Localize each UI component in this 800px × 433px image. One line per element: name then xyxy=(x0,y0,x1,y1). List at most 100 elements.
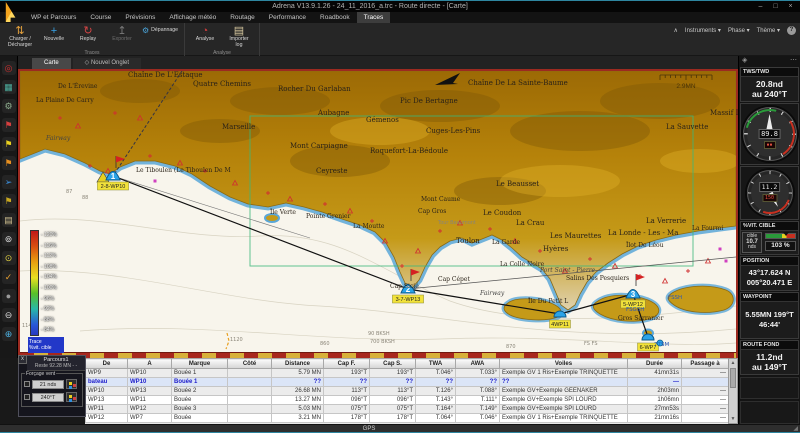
tab-new-onglet[interactable]: ◇ Nouvel Onglet xyxy=(73,58,141,69)
menu-tab-pr-visions[interactable]: Prévisions xyxy=(118,12,162,23)
vit-cible-bar xyxy=(765,233,796,239)
lifebuoy-icon[interactable]: ◎ xyxy=(2,61,16,75)
table-row[interactable]: WP11WP12Bouée 35.03 MN075°T075°TT.164°T.… xyxy=(86,405,729,414)
collapse-ribbon-icon[interactable]: ∧ xyxy=(674,27,678,34)
depannage-button[interactable]: ⚙Dépannage xyxy=(139,24,181,37)
menu-tab-affichage-m-t-o[interactable]: Affichage météo xyxy=(162,12,223,23)
table-scrollbar[interactable]: ▲▼ xyxy=(728,358,738,424)
ribbon-menu-instruments[interactable]: Instruments ▾ xyxy=(685,27,721,34)
table-row[interactable]: bateauWP10Bouée 1????????????— xyxy=(86,378,729,387)
zoom-out-icon[interactable]: ⊖ xyxy=(2,308,16,322)
legs-table: DeAMarqueCôtéDistanceCap F.Cap S.TWAAWAV… xyxy=(85,358,738,424)
waypoint-distance-bearing: 5.55MN 199°T xyxy=(741,310,798,320)
cell: Bouée 3 xyxy=(172,405,228,414)
help-button[interactable]: ? xyxy=(787,26,796,35)
charger-decharger-button[interactable]: ⇅Charger /Décharger xyxy=(3,24,37,49)
table-row[interactable]: WP9WP10Bouée 15.79 MN193°T193°TT.046°T.0… xyxy=(86,369,729,378)
column-header-marque[interactable]: Marque xyxy=(172,359,228,369)
route-flags-icon[interactable]: ⚑ xyxy=(2,118,16,132)
menu-tabs: WP et ParcoursCoursePrévisionsAffichage … xyxy=(0,12,800,23)
wind-dir-field[interactable]: 240°T xyxy=(32,393,64,402)
vit-cible-title: %VIT. CIBLE xyxy=(741,222,798,231)
cell: T.149° xyxy=(456,405,500,414)
cell: ?? xyxy=(370,378,416,387)
wind-dir-button[interactable] xyxy=(66,392,77,402)
menu-tab-performance[interactable]: Performance xyxy=(262,12,313,23)
column-header-cap-s-[interactable]: Cap S. xyxy=(370,359,416,369)
route-fond-speed: 11.2nd xyxy=(741,352,798,362)
table-row[interactable]: WP13WP11Bouée13.27 MN096°T096°TT.143°T.1… xyxy=(86,396,729,405)
route-edit-icon[interactable]: ⚑ xyxy=(2,156,16,170)
table-row[interactable]: WP10WP13Bouée 226.68 MN113°T113°TT.126°T… xyxy=(86,387,729,396)
column-header-passage-[interactable]: Passage à xyxy=(682,359,729,369)
column-header-distance[interactable]: Distance xyxy=(272,359,324,369)
vit-cible-percent: 103 % xyxy=(765,241,796,251)
chart-icon[interactable]: ▦ xyxy=(2,80,16,94)
more-icon[interactable]: ⋯ xyxy=(790,56,797,66)
column-header-voiles[interactable]: Voiles xyxy=(500,359,628,369)
cell: Bouée xyxy=(172,414,228,423)
replay-button[interactable]: ↻Replay xyxy=(71,24,105,43)
ribbon-menu-phase[interactable]: Phase ▾ xyxy=(728,27,750,34)
zoom-waypoint-icon[interactable]: ⊚ xyxy=(2,232,16,246)
column-header-a[interactable]: A xyxy=(128,359,172,369)
nouvelle-button[interactable]: +Nouvelle xyxy=(37,24,71,43)
menu-tab-roadbook[interactable]: Roadbook xyxy=(313,12,357,23)
ribbon-menu-thème[interactable]: Thème ▾ xyxy=(757,27,780,34)
importer-log-button[interactable]: ▤Importerlog xyxy=(222,24,256,49)
route-fond-panel: ROUTE FOND 11.2nd au 149°T xyxy=(740,340,799,375)
pin-icon[interactable]: ◈ xyxy=(742,56,747,66)
tools-icon[interactable]: ⚙ xyxy=(2,99,16,113)
resize-grip[interactable]: ◢ xyxy=(793,425,798,433)
chart-map[interactable]: 12-8-WP1023-7-WP1335-WP124WP116-WP72.9MN… xyxy=(18,69,738,358)
compass-readout: 89.8 xyxy=(758,129,781,139)
column-header-cap-f-[interactable]: Cap F. xyxy=(324,359,370,369)
column-header-c-t-[interactable]: Côté xyxy=(228,359,272,369)
column-header-de[interactable]: De xyxy=(86,359,128,369)
zoom-marks-icon[interactable]: ⊙ xyxy=(2,251,16,265)
maximize-button[interactable]: □ xyxy=(768,1,783,12)
wind-dir-checkbox[interactable] xyxy=(24,394,30,400)
waypoint-panel: WAYPOINT 5.55MN 199°T 46:44' xyxy=(740,292,799,339)
wind-speed-button[interactable] xyxy=(66,379,77,389)
menu-tab-wp-et-parcours[interactable]: WP et Parcours xyxy=(24,12,83,23)
pan-icon[interactable]: ● xyxy=(2,289,16,303)
column-header-twa[interactable]: TWA xyxy=(416,359,456,369)
cell: WP13 xyxy=(86,396,128,405)
wind-speed-checkbox[interactable] xyxy=(24,381,30,387)
cell: Bouée xyxy=(172,396,228,405)
speed-gauge: 11.2 150 xyxy=(740,166,799,220)
logbook-icon[interactable]: ▤ xyxy=(2,213,16,227)
minimize-button[interactable]: – xyxy=(753,1,768,12)
cell: 26.68 MN xyxy=(272,387,324,396)
nautical-chart[interactable]: 12-8-WP1023-7-WP1335-WP124WP116-WP72.9MN xyxy=(20,71,736,352)
cell: Bouée 1 xyxy=(172,369,228,378)
cell: T.046° xyxy=(416,369,456,378)
analyse-button[interactable]: ◔Analyse xyxy=(188,24,222,43)
wind-speed-field[interactable]: 21 nds xyxy=(32,380,64,389)
route-marks-icon[interactable]: ⚑ xyxy=(2,137,16,151)
zoom-in-icon[interactable]: ⊕ xyxy=(2,327,16,341)
cell: 1h06mn xyxy=(628,396,682,405)
zoom-select-icon[interactable]: ✓ xyxy=(2,270,16,284)
menu-tab-traces[interactable]: Traces xyxy=(357,12,391,23)
column-header-dur-e[interactable]: Durée xyxy=(628,359,682,369)
route-multi-icon[interactable]: ⚑ xyxy=(2,194,16,208)
route-arrow-icon[interactable]: ➢ xyxy=(2,175,16,189)
parcours-close-button[interactable]: x xyxy=(18,355,27,364)
menu-tab-course[interactable]: Course xyxy=(83,12,118,23)
cell: bateau xyxy=(86,378,128,387)
column-header-awa[interactable]: AWA xyxy=(456,359,500,369)
close-button[interactable]: × xyxy=(783,1,798,12)
cell: 5.79 MN xyxy=(272,369,324,378)
route-fond-course: au 149°T xyxy=(741,362,798,372)
cell: 193°T xyxy=(370,369,416,378)
twd-value: au 240°T xyxy=(741,89,798,99)
menu-tab-routage[interactable]: Routage xyxy=(223,12,262,23)
cell: WP11 xyxy=(128,396,172,405)
tab-carte[interactable]: Carte xyxy=(32,58,71,69)
table-row[interactable]: WP12WP7Bouée3.21 MN178°T178°TT.064°T.046… xyxy=(86,414,729,423)
cell: 3.21 MN xyxy=(272,414,324,423)
waypoint-title: WAYPOINT xyxy=(741,293,798,302)
legs-table-grid[interactable]: DeAMarqueCôtéDistanceCap F.Cap S.TWAAWAV… xyxy=(85,358,729,423)
